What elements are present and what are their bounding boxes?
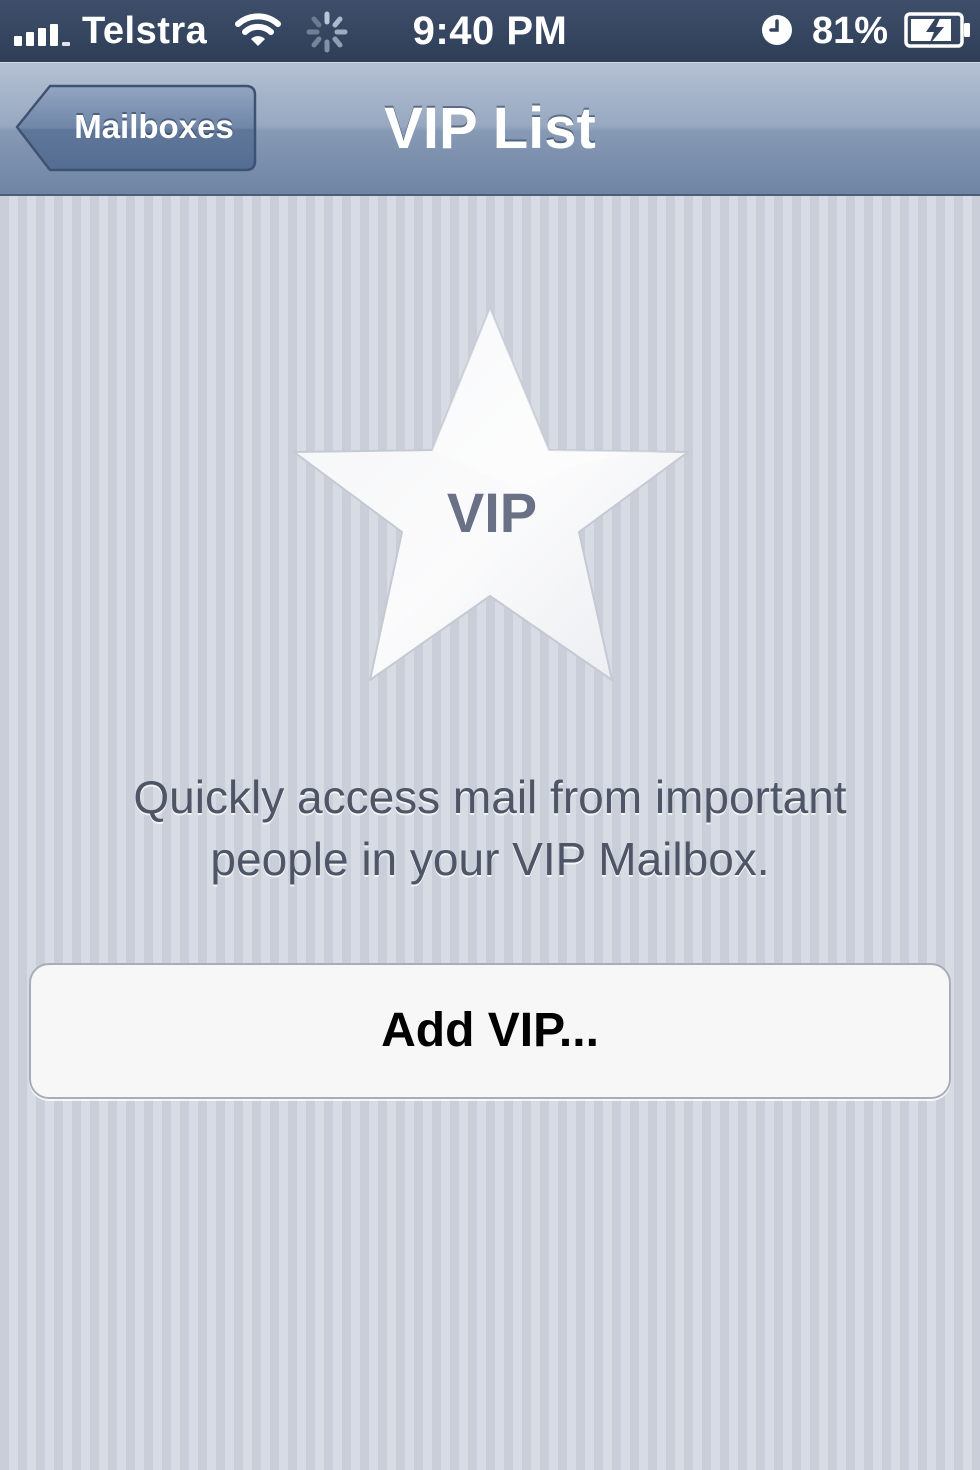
vip-description: Quickly access mail from important peopl… xyxy=(133,771,847,885)
battery-percentage: 81% xyxy=(812,10,889,52)
battery-charging-icon xyxy=(904,12,970,48)
navigation-bar: Mailboxes VIP List xyxy=(0,62,980,196)
vip-star-icon: VIP xyxy=(293,307,689,681)
alarm-icon xyxy=(762,15,792,45)
add-vip-button[interactable]: Add VIP... xyxy=(29,963,951,1099)
page-title: VIP List xyxy=(384,96,596,161)
star-label: VIP xyxy=(447,481,537,544)
status-bar: Telstra 9:40 PM 81% xyxy=(0,0,980,62)
